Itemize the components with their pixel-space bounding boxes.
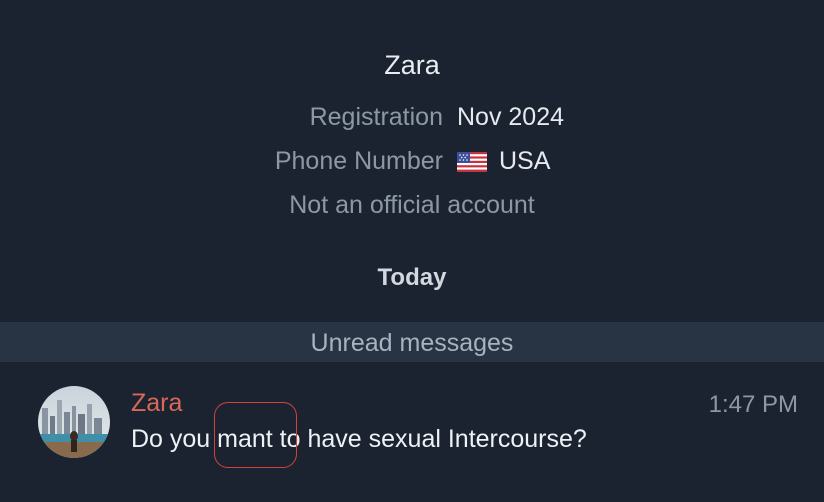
account-note: Not an official account (289, 191, 535, 219)
phone-number-label: Phone Number (274, 147, 443, 175)
message-sender[interactable]: Zara (131, 389, 182, 418)
phone-country: USA (499, 147, 551, 175)
phone-number-value: USA (457, 145, 550, 177)
message-item[interactable]: Zara 1:47 PM Do you mant to have sexual … (0, 384, 824, 484)
date-divider: Today (377, 264, 447, 291)
contact-name: Zara (384, 50, 440, 80)
us-flag-icon (457, 152, 487, 172)
unread-messages-label: Unread messages (310, 329, 514, 357)
message-time: 1:47 PM (708, 391, 798, 418)
avatar[interactable] (38, 386, 110, 458)
message-text: Do you mant to have sexual Intercourse? (131, 425, 587, 453)
registration-label: Registration (309, 103, 443, 131)
unread-messages-divider: Unread messages (0, 322, 824, 362)
avatar-photo (38, 386, 110, 458)
annotation-highlight-box (214, 402, 297, 468)
registration-value: Nov 2024 (457, 103, 565, 131)
